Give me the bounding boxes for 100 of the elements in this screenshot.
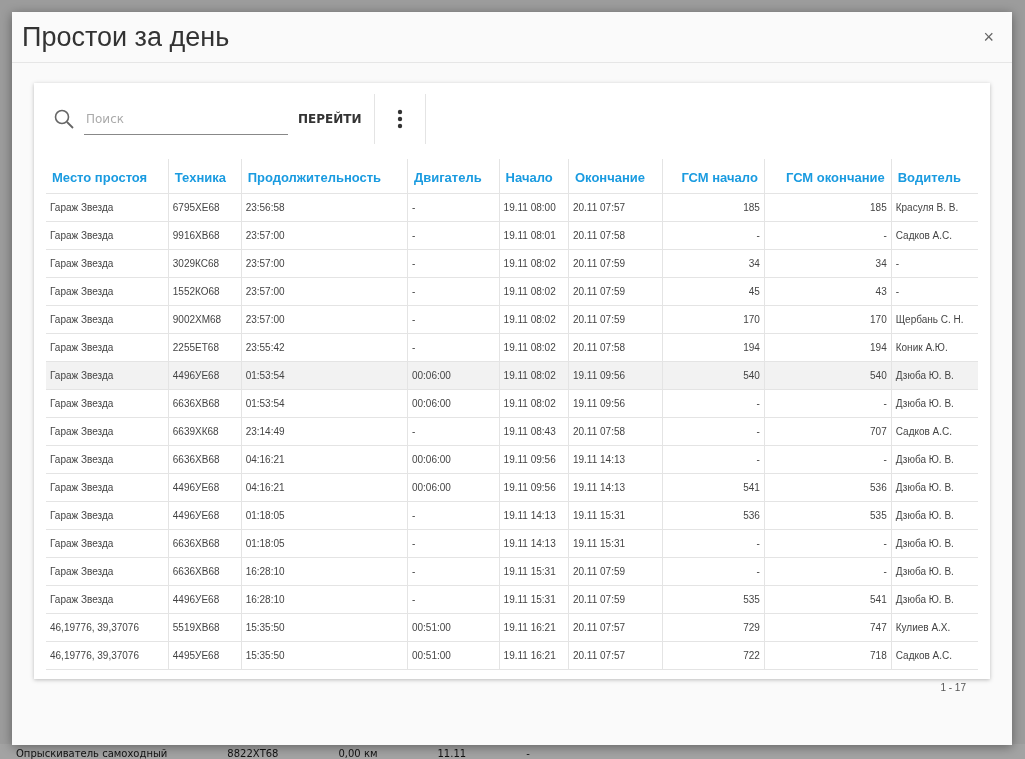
table-cell: 19.11 14:13 bbox=[568, 473, 663, 502]
table-cell: 20.11 07:57 bbox=[568, 613, 663, 642]
more-options-icon[interactable] bbox=[396, 109, 403, 129]
table-cell: 541 bbox=[662, 473, 765, 502]
table-row[interactable]: Гараж Звезда 3029КС68 23:57:00 - 19.11 08:02 20.11 07:59 34 34 - bbox=[46, 249, 978, 278]
table-row[interactable]: Гараж Звезда 9916ХВ68 23:57:00 - 19.11 08:01 20.11 07:58 - - Садков А.С. bbox=[46, 221, 978, 250]
table-row[interactable]: Гараж Звезда 6636ХВ68 16:28:10 - 19.11 15:31 20.11 07:59 - - Дзюба Ю. В. bbox=[46, 557, 978, 586]
table-row[interactable]: Гараж Звезда 6795ХЕ68 23:56:58 - 19.11 08:00 20.11 07:57 185 185 Красуля В. В. bbox=[46, 193, 978, 222]
table-cell: 16:28:10 bbox=[241, 557, 408, 586]
table-cell: Коник А.Ю. bbox=[891, 333, 978, 362]
table-cell: 23:57:00 bbox=[241, 305, 408, 334]
table-cell: Дзюба Ю. В. bbox=[891, 501, 978, 530]
background-cell: Опрыскиватель самоходный bbox=[16, 748, 168, 759]
table-row[interactable]: 46,19776, 39,37076 5519ХВ68 15:35:50 00:51:00 19.11 16:21 20.11 07:57 729 747 Кулиев А.Х. bbox=[46, 613, 978, 642]
table-cell: 20.11 07:59 bbox=[568, 557, 663, 586]
close-button[interactable]: × bbox=[979, 26, 998, 48]
table-cell: - bbox=[407, 277, 500, 306]
table-cell: Дзюба Ю. В. bbox=[891, 529, 978, 558]
table-cell: 4496УЕ68 bbox=[168, 361, 242, 390]
table-cell: 23:57:00 bbox=[241, 221, 408, 250]
table-cell: 19.11 09:56 bbox=[568, 389, 663, 418]
table-cell: 536 bbox=[662, 501, 765, 530]
table-cell: 1552КО68 bbox=[168, 277, 242, 306]
table-cell: Дзюба Ю. В. bbox=[891, 473, 978, 502]
table-cell: 20.11 07:59 bbox=[568, 305, 663, 334]
table-cell: 00:06:00 bbox=[407, 445, 500, 474]
table-cell: 19.11 16:21 bbox=[499, 613, 569, 642]
table-cell: 01:53:54 bbox=[241, 389, 408, 418]
table-cell: 19.11 08:43 bbox=[499, 417, 569, 446]
table-cell: Гараж Звезда bbox=[46, 417, 169, 446]
table-cell: 747 bbox=[764, 613, 892, 642]
table-cell: 536 bbox=[764, 473, 892, 502]
table-cell: Дзюба Ю. В. bbox=[891, 389, 978, 418]
table-cell: 4496УЕ68 bbox=[168, 473, 242, 502]
table-cell: Дзюба Ю. В. bbox=[891, 585, 978, 614]
table-cell: 01:18:05 bbox=[241, 501, 408, 530]
table-cell: - bbox=[662, 529, 765, 558]
table-row[interactable]: Гараж Звезда 6636ХВ68 04:16:21 00:06:00 19.11 09:56 19.11 14:13 - - Дзюба Ю. В. bbox=[46, 445, 978, 474]
table-cell: 6636ХВ68 bbox=[168, 389, 242, 418]
go-button[interactable]: ПЕРЕЙТИ bbox=[298, 112, 362, 126]
table-cell: - bbox=[407, 529, 500, 558]
table-cell: Гараж Звезда bbox=[46, 473, 169, 502]
background-cell: - bbox=[526, 748, 530, 759]
table-cell: Гараж Звезда bbox=[46, 557, 169, 586]
table-cell: 19.11 08:02 bbox=[499, 389, 569, 418]
table-row[interactable]: Гараж Звезда 9002ХМ68 23:57:00 - 19.11 08:02 20.11 07:59 170 170 Щербань С. Н. bbox=[46, 305, 978, 334]
table-cell: 19.11 09:56 bbox=[499, 445, 569, 474]
table-cell: 23:57:00 bbox=[241, 249, 408, 278]
table-cell: 19.11 09:56 bbox=[499, 473, 569, 502]
table-cell: 23:55:42 bbox=[241, 333, 408, 362]
table-cell: 535 bbox=[764, 501, 892, 530]
table-cell: 20.11 07:58 bbox=[568, 333, 663, 362]
table-cell: 2255ЕТ68 bbox=[168, 333, 242, 362]
table-cell: - bbox=[407, 249, 500, 278]
table-cell: 01:53:54 bbox=[241, 361, 408, 390]
table-row[interactable]: Гараж Звезда 4496УЕ68 16:28:10 - 19.11 15:31 20.11 07:59 535 541 Дзюба Ю. В. bbox=[46, 585, 978, 614]
table-cell: 23:57:00 bbox=[241, 277, 408, 306]
table-cell: Садков А.С. bbox=[891, 417, 978, 446]
table-cell: Гараж Звезда bbox=[46, 277, 169, 306]
table-cell: Гараж Звезда bbox=[46, 249, 169, 278]
table-cell: - bbox=[407, 193, 500, 222]
table-cell: Гараж Звезда bbox=[46, 445, 169, 474]
table-cell: 23:56:58 bbox=[241, 193, 408, 222]
table-cell: 541 bbox=[764, 585, 892, 614]
table-cell: - bbox=[764, 221, 892, 250]
background-cell: 8822ХТ68 bbox=[227, 748, 279, 759]
table-cell: 6636ХВ68 bbox=[168, 557, 242, 586]
table-row[interactable]: Гараж Звезда 4496УЕ68 01:53:54 00:06:00 19.11 08:02 19.11 09:56 540 540 Дзюба Ю. В. bbox=[46, 361, 978, 390]
table-row[interactable]: Гараж Звезда 4496УЕ68 04:16:21 00:06:00 19.11 09:56 19.11 14:13 541 536 Дзюба Ю. В. bbox=[46, 473, 978, 502]
table-row[interactable]: Гараж Звезда 2255ЕТ68 23:55:42 - 19.11 08:02 20.11 07:58 194 194 Коник А.Ю. bbox=[46, 333, 978, 362]
table-cell: Гараж Звезда bbox=[46, 529, 169, 558]
table-cell: - bbox=[662, 221, 765, 250]
background-cell: 11.11 bbox=[437, 748, 467, 759]
table-row[interactable]: Гараж Звезда 6636ХВ68 01:18:05 - 19.11 14:13 19.11 15:31 - - Дзюба Ю. В. bbox=[46, 529, 978, 558]
table-cell: 00:51:00 bbox=[407, 641, 500, 670]
table-cell: Гараж Звезда bbox=[46, 585, 169, 614]
table-cell: Кулиев А.Х. bbox=[891, 613, 978, 642]
search-icon bbox=[54, 109, 74, 129]
table-cell: 707 bbox=[764, 417, 892, 446]
table-cell: 20.11 07:58 bbox=[568, 417, 663, 446]
table-cell: Садков А.С. bbox=[891, 221, 978, 250]
table-cell: 718 bbox=[764, 641, 892, 670]
table-cell: Гараж Звезда bbox=[46, 305, 169, 334]
table-row[interactable]: Гараж Звезда 6636ХВ68 01:53:54 00:06:00 19.11 08:02 19.11 09:56 - - Дзюба Ю. В. bbox=[46, 389, 978, 418]
table-row[interactable]: Гараж Звезда 6639ХК68 23:14:49 - 19.11 08:43 20.11 07:58 - 707 Садков А.С. bbox=[46, 417, 978, 446]
table-row[interactable]: 46,19776, 39,37076 4495УЕ68 15:35:50 00:51:00 19.11 16:21 20.11 07:57 722 718 Садков А.С. bbox=[46, 641, 978, 670]
table-cell: 19.11 14:13 bbox=[499, 501, 569, 530]
table-row[interactable]: Гараж Звезда 4496УЕ68 01:18:05 - 19.11 14:13 19.11 15:31 536 535 Дзюба Ю. В. bbox=[46, 501, 978, 530]
table-cell: 04:16:21 bbox=[241, 445, 408, 474]
table-cell: - bbox=[662, 417, 765, 446]
table-row[interactable]: Гараж Звезда 1552КО68 23:57:00 - 19.11 08:02 20.11 07:59 45 43 - bbox=[46, 277, 978, 306]
table-cell: 5519ХВ68 bbox=[168, 613, 242, 642]
table-cell: Гараж Звезда bbox=[46, 389, 169, 418]
table-cell: Гараж Звезда bbox=[46, 193, 169, 222]
table-cell: 20.11 07:57 bbox=[568, 193, 663, 222]
table-cell: Гараж Звезда bbox=[46, 361, 169, 390]
table-cell: 20.11 07:59 bbox=[568, 277, 663, 306]
table-cell: 185 bbox=[662, 193, 765, 222]
table-cell: 19.11 15:31 bbox=[568, 501, 663, 530]
table-cell: 16:28:10 bbox=[241, 585, 408, 614]
